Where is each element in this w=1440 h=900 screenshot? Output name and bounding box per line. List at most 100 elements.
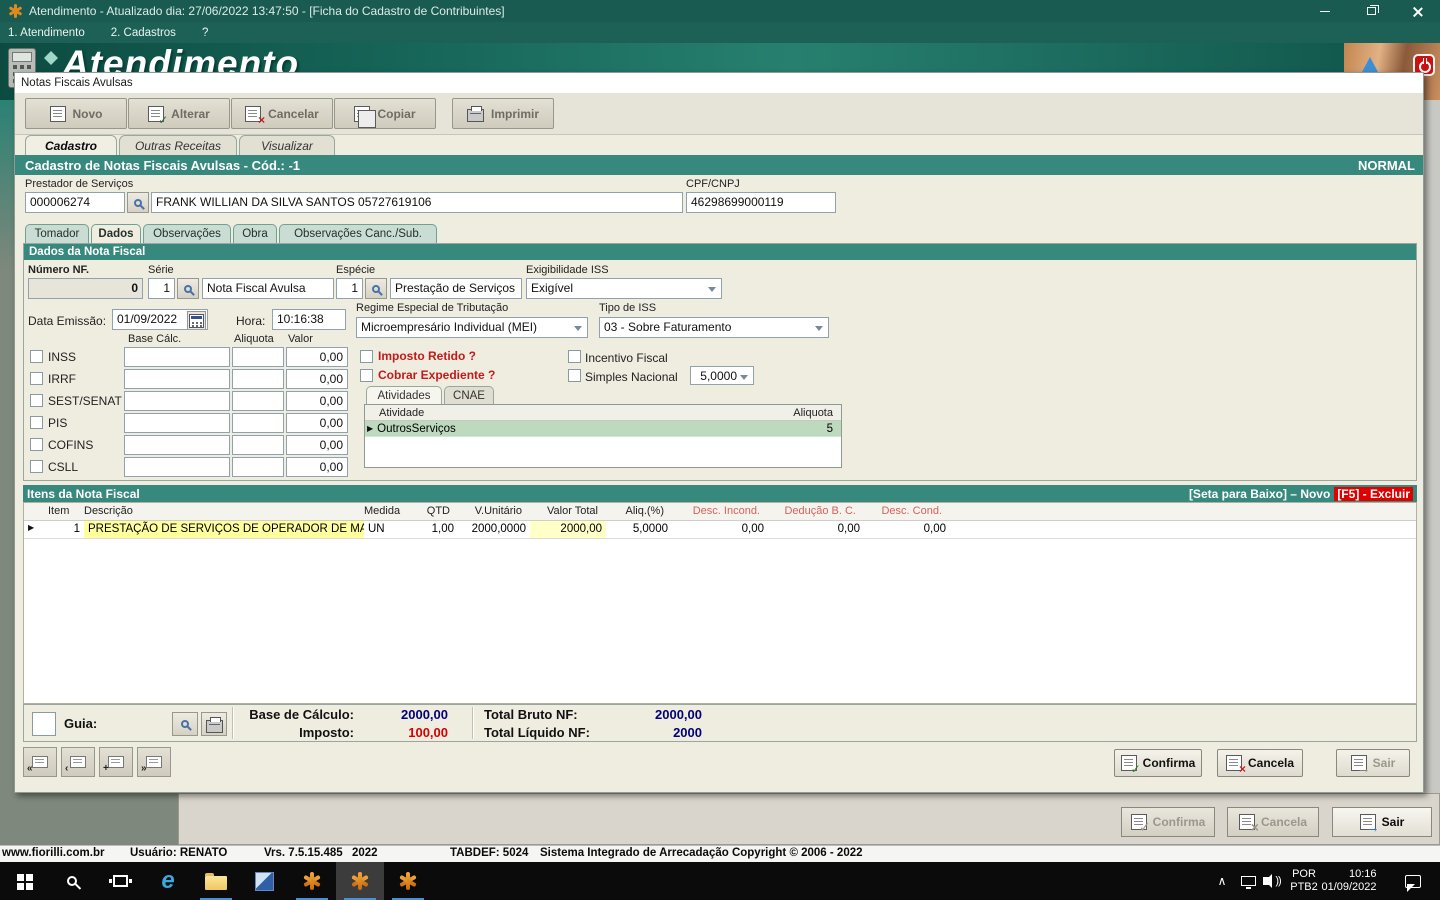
taskbar-fiorilli-3[interactable]	[384, 862, 432, 900]
start-button[interactable]	[0, 862, 48, 900]
tab-observacoes[interactable]: Observações	[143, 224, 231, 243]
cofins-base-input[interactable]	[124, 435, 230, 455]
imprimir-button[interactable]: Imprimir	[452, 98, 554, 129]
prestador-code-input[interactable]: 000006274	[25, 192, 125, 213]
sest-base-input[interactable]	[124, 391, 230, 411]
guia-print-button[interactable]	[201, 712, 227, 736]
serie-desc-input[interactable]: Nota Fiscal Avulsa	[202, 278, 334, 299]
novo-button[interactable]: Novo	[25, 98, 127, 129]
irrf-base-input[interactable]	[124, 369, 230, 389]
exigibilidade-select[interactable]: Exigível	[526, 278, 722, 299]
inss-checkbox[interactable]	[30, 350, 43, 363]
especie-desc-input[interactable]: Prestação de Serviços	[390, 278, 522, 299]
irrf-aliquota-input[interactable]	[232, 369, 284, 389]
menu-atendimento[interactable]: 1. Atendimento	[8, 27, 85, 39]
numero-input[interactable]: 0	[28, 278, 143, 299]
cpf-input[interactable]: 46298699000119	[686, 192, 836, 213]
imposto-retido-checkbox[interactable]	[360, 350, 373, 363]
taskbar-ie[interactable]: e	[144, 862, 192, 900]
pis-valor-input[interactable]: 0,00	[286, 413, 348, 433]
prestador-search-button[interactable]	[127, 192, 149, 213]
mdi-right-strip	[1424, 100, 1440, 793]
incentivo-fiscal-checkbox[interactable]	[568, 350, 581, 363]
tab-atividades[interactable]: Atividades	[366, 386, 442, 404]
pis-aliquota-input[interactable]	[232, 413, 284, 433]
menu-help[interactable]: ?	[202, 27, 208, 39]
taskbar-app-blue[interactable]	[240, 862, 288, 900]
csll-valor-input[interactable]: 0,00	[286, 457, 348, 477]
sest-checkbox[interactable]	[30, 394, 43, 407]
tab-obra[interactable]: Obra	[233, 224, 277, 243]
item-row[interactable]: ▶ 1 PRESTAÇÃO DE SERVIÇOS DE OPERADOR DE…	[24, 521, 1416, 539]
menu-cadastros[interactable]: 2. Cadastros	[111, 27, 176, 39]
tab-dados[interactable]: Dados	[91, 224, 141, 243]
prestador-name-input[interactable]: FRANK WILLIAN DA SILVA SANTOS 0572761910…	[151, 192, 683, 213]
task-view-button[interactable]	[96, 862, 144, 900]
outer-sair-button[interactable]: → Sair	[1332, 807, 1432, 837]
guia-checkbox[interactable]	[32, 712, 56, 736]
especie-input[interactable]: 1	[336, 278, 363, 299]
volume-icon[interactable]: ))	[1258, 862, 1286, 900]
irrf-valor-input[interactable]: 0,00	[286, 369, 348, 389]
prior-record-button[interactable]: ‹	[61, 747, 95, 777]
tab-cadastro[interactable]: Cadastro	[25, 135, 117, 155]
especie-search-button[interactable]	[365, 278, 387, 299]
cofins-valor-input[interactable]: 0,00	[286, 435, 348, 455]
cofins-aliquota-input[interactable]	[232, 435, 284, 455]
cofins-checkbox[interactable]	[30, 438, 43, 451]
csll-aliquota-input[interactable]	[232, 457, 284, 477]
irrf-checkbox[interactable]	[30, 372, 43, 385]
alterar-button[interactable]: ✓ Alterar	[128, 98, 230, 129]
notification-center-button[interactable]	[1398, 862, 1428, 900]
inss-aliquota-input[interactable]	[232, 347, 284, 367]
notas-fiscais-window: Notas Fiscais Avulsas Novo ✓ Alterar × C…	[14, 72, 1424, 793]
cancelar-button[interactable]: × Cancelar	[231, 98, 333, 129]
cobrar-expediente-checkbox[interactable]	[360, 369, 373, 382]
close-button[interactable]	[1394, 0, 1440, 22]
serie-search-button[interactable]	[177, 278, 199, 299]
taskbar-search-button[interactable]	[48, 862, 96, 900]
inss-base-input[interactable]	[124, 347, 230, 367]
mdi-bottom-left	[0, 793, 178, 845]
network-icon[interactable]	[1236, 862, 1260, 900]
pis-checkbox[interactable]	[30, 416, 43, 429]
taskbar-clock[interactable]: 10:16 01/09/2022	[1316, 862, 1382, 900]
inss-valor-input[interactable]: 0,00	[286, 347, 348, 367]
regime-select[interactable]: Microempresário Individual (MEI)	[356, 317, 588, 338]
tab-outras-receitas[interactable]: Outras Receitas	[119, 135, 237, 155]
tab-observacoes-canc[interactable]: Observações Canc./Sub.	[279, 224, 437, 243]
tipo-iss-select[interactable]: 03 - Sobre Faturamento	[599, 317, 829, 338]
sest-valor-input[interactable]: 0,00	[286, 391, 348, 411]
next-record-button[interactable]: +	[99, 747, 133, 777]
hora-input[interactable]: 10:16:38	[272, 309, 346, 330]
taskbar-fiorilli-1[interactable]	[288, 862, 336, 900]
pis-base-input[interactable]	[124, 413, 230, 433]
tray-chevron[interactable]: ∧	[1210, 862, 1234, 900]
cancel-icon: ×	[1238, 814, 1259, 834]
calendar-button[interactable]	[187, 311, 206, 329]
serie-input[interactable]: 1	[148, 278, 175, 299]
guia-view-button[interactable]	[172, 712, 198, 736]
atividade-row[interactable]: ▶ OutrosServiços 5	[365, 421, 841, 437]
taskbar-fiorilli-2-active[interactable]	[336, 862, 384, 900]
data-emissao-input[interactable]: 01/09/2022	[112, 309, 208, 330]
csll-checkbox[interactable]	[30, 460, 43, 473]
confirma-button[interactable]: ✓ Confirma	[1114, 749, 1202, 777]
simples-aliquota-select[interactable]: 5,0000	[690, 366, 754, 385]
last-record-button[interactable]: »	[137, 747, 171, 777]
copiar-button[interactable]: Copiar	[334, 98, 436, 129]
restore-button[interactable]	[1348, 0, 1394, 22]
tab-visualizar[interactable]: Visualizar	[239, 135, 335, 155]
simples-nacional-checkbox[interactable]	[568, 369, 581, 382]
cancela-button[interactable]: × Cancela	[1217, 749, 1303, 777]
tab-tomador[interactable]: Tomador	[25, 224, 89, 243]
minimize-button[interactable]	[1302, 0, 1348, 22]
taskbar-file-explorer[interactable]	[192, 862, 240, 900]
tab-cnae[interactable]: CNAE	[444, 386, 494, 404]
first-record-button[interactable]: «	[23, 747, 57, 777]
calendar-icon	[189, 313, 204, 328]
csll-base-input[interactable]	[124, 457, 230, 477]
search-icon	[184, 284, 192, 293]
notification-icon	[1405, 874, 1421, 892]
sest-aliquota-input[interactable]	[232, 391, 284, 411]
